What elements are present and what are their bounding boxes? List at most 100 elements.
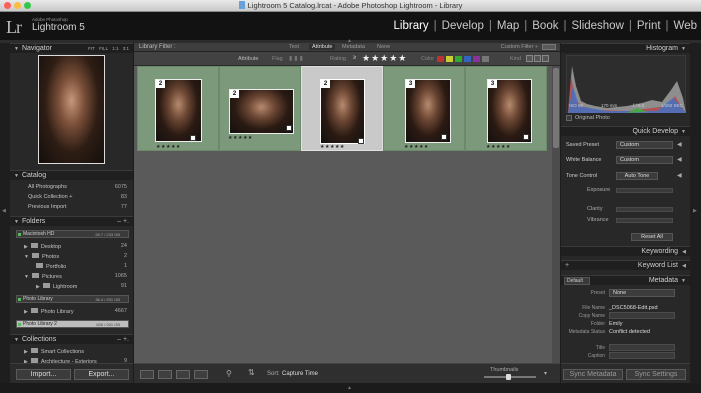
thumbnail[interactable] bbox=[155, 79, 202, 142]
sort-direction-icon[interactable]: ⇅ bbox=[248, 368, 255, 377]
cell-rating[interactable]: ★★★★★ bbox=[486, 144, 511, 150]
right-panel-toggle[interactable]: ▶ bbox=[690, 43, 701, 383]
keyword-list-header[interactable]: + Keyword List ◀ bbox=[561, 260, 690, 270]
import-button[interactable]: Import... bbox=[16, 369, 71, 380]
folder-lightroom[interactable]: ▶ Lightroom bbox=[36, 283, 77, 290]
metadata-header[interactable]: Default Metadata ▼ bbox=[561, 275, 690, 285]
navigator-preview[interactable] bbox=[38, 55, 105, 164]
module-book[interactable]: Book bbox=[532, 20, 558, 32]
folder-desktop[interactable]: ▶ Desktop bbox=[24, 243, 61, 250]
grid-view-icon[interactable] bbox=[140, 370, 154, 379]
cell-rating[interactable]: ★★★★★ bbox=[156, 144, 181, 150]
histogram-header[interactable]: Histogram ▼ bbox=[561, 43, 690, 53]
sync-settings-button[interactable]: Sync Settings bbox=[626, 369, 686, 380]
filter-preset-dropdown[interactable]: Custom Filter ÷ bbox=[501, 44, 538, 50]
title-field[interactable] bbox=[609, 344, 675, 351]
swatch-other[interactable] bbox=[482, 56, 489, 62]
volume-photo-library-2[interactable]: Photo Library 2 826 / 931 GB bbox=[16, 320, 129, 328]
filter-tab-metadata[interactable]: Metadata bbox=[342, 44, 365, 50]
painter-icon[interactable]: ⚲ bbox=[226, 369, 232, 378]
keyword-add-icon[interactable]: + bbox=[565, 261, 569, 271]
grid-cell[interactable]: 2 ★★★★★ bbox=[137, 66, 219, 151]
swatch-blue[interactable] bbox=[464, 56, 471, 62]
folders-header[interactable]: ▼ Folders – +. bbox=[10, 216, 133, 226]
rating-operator[interactable]: ≥ bbox=[353, 55, 356, 61]
caption-field[interactable] bbox=[609, 352, 675, 359]
edit-badge-icon[interactable] bbox=[286, 125, 292, 131]
clarity-stepper[interactable] bbox=[616, 207, 673, 212]
filter-tab-text[interactable]: Text bbox=[289, 44, 299, 50]
folder-value[interactable]: Emily bbox=[609, 321, 622, 327]
cell-rating[interactable]: ★★★★★ bbox=[320, 144, 345, 150]
folder-photo-library[interactable]: ▶ Photo Library bbox=[24, 308, 74, 315]
cell-rating[interactable]: ★★★★★ bbox=[228, 135, 253, 141]
file-name-value[interactable]: _DSC5068-Edit.psd bbox=[609, 305, 658, 311]
collection-smart-collections[interactable]: ▶ Smart Collections bbox=[24, 348, 84, 355]
keywording-header[interactable]: Keywording ◀ bbox=[561, 246, 690, 256]
color-label-swatches[interactable] bbox=[437, 56, 489, 62]
expand-triangle-icon[interactable]: ◀ bbox=[677, 156, 682, 163]
flag-filter-icons[interactable]: ▮▮▮ bbox=[289, 55, 305, 62]
module-develop[interactable]: Develop bbox=[442, 20, 484, 32]
sync-metadata-button[interactable]: Sync Metadata bbox=[563, 369, 623, 380]
collections-add-icon[interactable]: – +. bbox=[117, 335, 129, 345]
cell-rating[interactable]: ★★★★★ bbox=[404, 144, 429, 150]
swatch-red[interactable] bbox=[437, 56, 444, 62]
module-map[interactable]: Map bbox=[497, 20, 519, 32]
reset-all-button[interactable]: Reset All bbox=[631, 233, 673, 241]
grid-cell-selected[interactable]: 2 ★★★★★ bbox=[301, 66, 383, 151]
folder-photos[interactable]: ▼ Photos bbox=[24, 253, 59, 260]
filter-lock-icon[interactable] bbox=[542, 44, 556, 50]
edit-badge-icon[interactable] bbox=[441, 134, 447, 140]
copy-name-field[interactable] bbox=[609, 312, 675, 319]
kind-filter-icons[interactable] bbox=[526, 55, 549, 62]
grid-scrollbar[interactable] bbox=[552, 66, 560, 363]
swatch-green[interactable] bbox=[455, 56, 462, 62]
folder-portfolio[interactable]: Portfolio bbox=[36, 263, 66, 270]
export-button[interactable]: Export... bbox=[74, 369, 129, 380]
thumbnail-size-slider[interactable] bbox=[484, 374, 536, 380]
scroll-thumb[interactable] bbox=[553, 68, 559, 148]
module-library[interactable]: Library bbox=[394, 20, 429, 32]
module-print[interactable]: Print bbox=[637, 20, 661, 32]
exposure-stepper[interactable] bbox=[616, 188, 673, 193]
filmstrip-toggle[interactable]: ▲ bbox=[0, 383, 701, 393]
swatch-yellow[interactable] bbox=[446, 56, 453, 62]
edit-badge-icon[interactable] bbox=[523, 134, 529, 140]
sort-dropdown[interactable]: Capture Time bbox=[282, 371, 318, 377]
metadata-preset-dropdown[interactable]: None bbox=[609, 289, 675, 297]
slider-thumb[interactable] bbox=[506, 374, 511, 380]
navigator-header[interactable]: ▼ Navigator FIT FILL 1:1 3:1 bbox=[10, 43, 133, 53]
loupe-view-icon[interactable] bbox=[158, 370, 172, 379]
metadata-set-dropdown[interactable]: Default bbox=[564, 277, 590, 285]
folders-add-icon[interactable]: – +. bbox=[117, 217, 129, 227]
quick-develop-header[interactable]: Quick Develop ▼ bbox=[561, 126, 690, 136]
expand-triangle-icon[interactable]: ◀ bbox=[677, 141, 682, 148]
expand-triangle-icon[interactable]: ◀ bbox=[677, 172, 682, 179]
thumbnail[interactable] bbox=[320, 79, 365, 144]
filter-tab-attribute[interactable]: Attribute bbox=[309, 44, 336, 50]
compare-view-icon[interactable] bbox=[176, 370, 190, 379]
volume-photo-library[interactable]: Photo Library 38.4 / 931 GB bbox=[16, 295, 129, 303]
catalog-header[interactable]: ▼ Catalog bbox=[10, 170, 133, 180]
catalog-quick-collection[interactable]: Quick Collection + bbox=[28, 194, 72, 200]
swatch-purple[interactable] bbox=[473, 56, 480, 62]
grid-cell[interactable]: 3 ★★★★★ bbox=[465, 66, 547, 151]
vibrance-stepper[interactable] bbox=[616, 218, 673, 223]
folder-pictures[interactable]: ▼ Pictures bbox=[24, 273, 62, 280]
grid-cell[interactable]: 2 ★★★★★ bbox=[219, 66, 301, 151]
navigator-zoom-options[interactable]: FIT FILL 1:1 3:1 bbox=[88, 44, 129, 54]
catalog-all-photographs[interactable]: All Photographs bbox=[28, 184, 67, 190]
collections-header[interactable]: ▼ Collections – +. bbox=[10, 334, 133, 344]
auto-tone-button[interactable]: Auto Tone bbox=[616, 172, 658, 180]
white-balance-dropdown[interactable]: Custom bbox=[616, 156, 673, 164]
original-photo-checkbox[interactable] bbox=[566, 115, 572, 121]
edit-badge-icon[interactable] bbox=[358, 138, 364, 144]
grid-cell[interactable]: 3 ★★★★★ bbox=[383, 66, 465, 151]
catalog-previous-import[interactable]: Previous Import bbox=[28, 204, 67, 210]
filter-tab-none[interactable]: None bbox=[377, 44, 390, 50]
metadata-status-value[interactable]: Conflict detected bbox=[609, 329, 650, 335]
module-slideshow[interactable]: Slideshow bbox=[571, 20, 623, 32]
toolbar-menu-icon[interactable]: ▾ bbox=[544, 370, 547, 377]
edit-badge-icon[interactable] bbox=[190, 135, 196, 141]
